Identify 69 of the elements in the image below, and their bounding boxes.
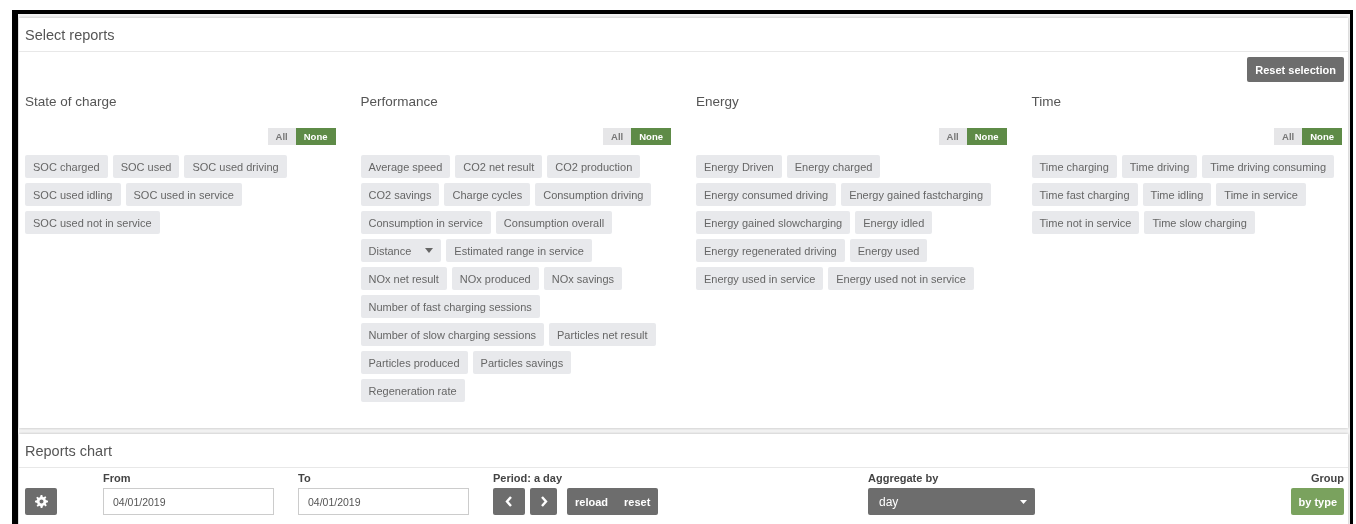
period-action-button[interactable]: reset — [616, 488, 659, 515]
report-tag[interactable]: Particles produced — [360, 351, 468, 374]
report-tag[interactable]: Energy used — [849, 239, 928, 262]
toggle-button[interactable]: None — [295, 128, 336, 145]
report-tag[interactable]: Average speed — [360, 155, 451, 178]
report-tag[interactable]: CO2 net result — [455, 155, 543, 178]
report-tag[interactable]: SOC used not in service — [25, 211, 160, 234]
field-label: From — [103, 471, 132, 486]
group-title: State of charge — [25, 93, 118, 111]
period-action-button[interactable]: reload — [567, 488, 616, 515]
report-tag[interactable]: Regeneration rate — [360, 379, 465, 402]
report-tag[interactable]: Estimated range in service — [446, 239, 592, 262]
toggle-button[interactable]: None — [966, 128, 1007, 145]
toggle-button[interactable]: None — [631, 128, 671, 145]
report-tag[interactable]: Consumption driving — [535, 183, 652, 206]
report-dropdown[interactable]: Distance — [360, 239, 442, 262]
report-tag[interactable]: SOC charged — [25, 155, 108, 178]
to-date-field[interactable]: 04/01/2019 — [298, 488, 469, 515]
report-tag[interactable]: Particles savings — [472, 351, 572, 374]
toggle-button[interactable]: None — [1302, 128, 1342, 145]
report-tag[interactable]: CO2 production — [547, 155, 641, 178]
toggle-button[interactable]: All — [938, 128, 967, 145]
report-tag[interactable]: Energy Driven — [696, 155, 782, 178]
panel-title: Reports chart — [25, 442, 113, 459]
report-tag[interactable]: SOC used — [112, 155, 180, 178]
field-label: Period: a day — [493, 471, 564, 486]
group-title: Time — [1031, 93, 1062, 111]
report-tag[interactable]: NOx produced — [451, 267, 539, 290]
group-title: Energy — [696, 93, 740, 111]
toggle-button[interactable]: All — [603, 128, 632, 145]
report-tag[interactable]: NOx savings — [543, 267, 623, 290]
report-tag[interactable]: CO2 savings — [360, 183, 440, 206]
report-tag[interactable]: Number of slow charging sessions — [360, 323, 545, 346]
report-tag[interactable]: Energy consumed driving — [696, 183, 837, 206]
report-tag[interactable]: Time fast charging — [1031, 183, 1138, 206]
report-tag[interactable]: Time idling — [1142, 183, 1212, 206]
report-tag[interactable]: Energy gained fastcharging — [841, 183, 992, 206]
aggregate-dropdown[interactable]: day — [868, 488, 1035, 515]
report-tag[interactable]: NOx net result — [360, 267, 447, 290]
panel-title: Select reports — [25, 26, 115, 43]
from-date-field[interactable]: 04/01/2019 — [103, 488, 274, 515]
report-tag[interactable]: Time slow charging — [1144, 211, 1255, 234]
report-tag[interactable]: SOC used driving — [184, 155, 287, 178]
report-tag[interactable]: SOC used in service — [125, 183, 242, 206]
report-tag[interactable]: Time in service — [1216, 183, 1306, 206]
field-label: To — [298, 471, 312, 486]
report-tag[interactable]: Number of fast charging sessions — [360, 295, 540, 318]
report-tag[interactable]: Time charging — [1031, 155, 1117, 178]
report-tag[interactable]: Energy regenerated driving — [696, 239, 845, 262]
reset-selection-button[interactable]: Reset selection — [1247, 57, 1344, 82]
report-tag[interactable]: Consumption overall — [495, 211, 613, 234]
report-tag[interactable]: SOC used idling — [25, 183, 121, 206]
group-title: Performance — [360, 93, 439, 111]
report-tag[interactable]: Energy used in service — [696, 267, 824, 290]
report-tag[interactable]: Charge cycles — [444, 183, 531, 206]
report-tag[interactable]: Energy used not in service — [828, 267, 974, 290]
report-tag[interactable]: Time driving — [1121, 155, 1198, 178]
field-label: Group — [1311, 471, 1344, 486]
report-tag[interactable]: Energy idled — [855, 211, 933, 234]
report-tag[interactable]: Energy charged — [786, 155, 881, 178]
report-tag[interactable]: Time not in service — [1031, 211, 1140, 234]
group-by-type-button[interactable]: by type — [1291, 488, 1344, 515]
report-tag[interactable]: Energy gained slowcharging — [696, 211, 851, 234]
toggle-button[interactable]: All — [267, 128, 296, 145]
report-tag[interactable]: Consumption in service — [360, 211, 491, 234]
toggle-button[interactable]: All — [1274, 128, 1303, 145]
report-tag[interactable]: Time driving consuming — [1202, 155, 1335, 178]
report-tag[interactable]: Particles net result — [549, 323, 656, 346]
field-label: Aggregate by — [868, 471, 940, 486]
